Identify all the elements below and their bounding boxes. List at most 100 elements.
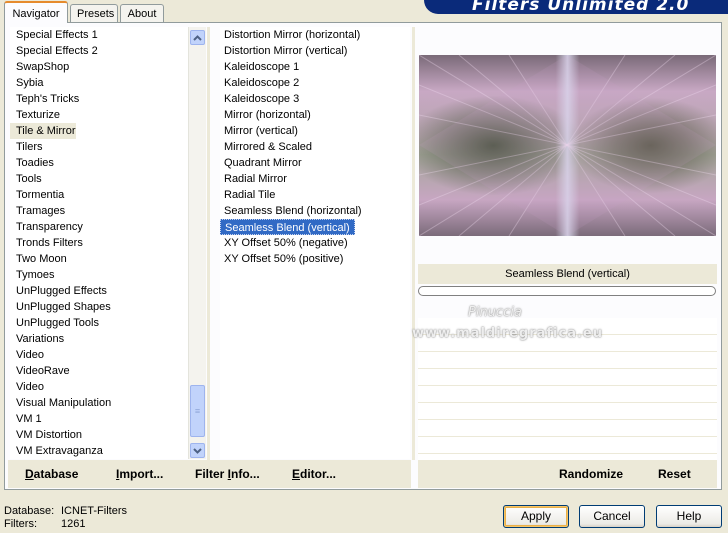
filter-row: Seamless Blend (vertical) bbox=[220, 219, 410, 235]
pane-divider bbox=[207, 27, 210, 460]
category-item[interactable]: Transparency bbox=[10, 219, 188, 235]
parameter-slot bbox=[418, 403, 717, 420]
category-item[interactable]: Tile & Mirror bbox=[10, 123, 76, 139]
category-item[interactable]: Video bbox=[10, 347, 188, 363]
filter-item[interactable]: Seamless Blend (vertical) bbox=[220, 219, 355, 235]
category-item[interactable]: VM 1 bbox=[10, 411, 188, 427]
apply-button[interactable]: Apply bbox=[503, 505, 569, 528]
category-item[interactable]: Variations bbox=[10, 331, 188, 347]
category-item[interactable]: Teph's Tricks bbox=[10, 91, 188, 107]
watermark-name: Pinuccia bbox=[468, 305, 522, 320]
filter-item[interactable]: Radial Tile bbox=[220, 187, 410, 203]
filter-item[interactable]: XY Offset 50% (negative) bbox=[220, 235, 410, 251]
pane-divider bbox=[412, 27, 415, 460]
editor-button[interactable]: Editor... bbox=[292, 467, 336, 481]
filter-item[interactable]: Mirror (vertical) bbox=[220, 123, 410, 139]
category-item[interactable]: UnPlugged Effects bbox=[10, 283, 188, 299]
category-item[interactable]: Tronds Filters bbox=[10, 235, 188, 251]
category-item[interactable]: Tymoes bbox=[10, 267, 188, 283]
filter-row: Kaleidoscope 3 bbox=[220, 91, 410, 107]
progress-bar bbox=[418, 286, 716, 296]
preview-image bbox=[419, 55, 716, 236]
filter-row: Quadrant Mirror bbox=[220, 155, 410, 171]
randomize-button[interactable]: Randomize bbox=[559, 467, 623, 481]
filter-item[interactable]: XY Offset 50% (positive) bbox=[220, 251, 410, 267]
filter-item[interactable]: Kaleidoscope 2 bbox=[220, 75, 410, 91]
filter-row: Kaleidoscope 1 bbox=[220, 59, 410, 75]
category-item[interactable]: UnPlugged Tools bbox=[10, 315, 188, 331]
category-item[interactable]: Visual Manipulation bbox=[10, 395, 188, 411]
filter-item[interactable]: Mirror (horizontal) bbox=[220, 107, 410, 123]
filter-item[interactable]: Distortion Mirror (vertical) bbox=[220, 43, 410, 59]
category-item[interactable]: Tramages bbox=[10, 203, 188, 219]
filter-item[interactable]: Kaleidoscope 1 bbox=[220, 59, 410, 75]
category-item[interactable]: SwapShop bbox=[10, 59, 188, 75]
help-button[interactable]: Help bbox=[656, 505, 722, 528]
import-button-label: mport... bbox=[119, 467, 164, 481]
filter-item[interactable]: Mirrored & Scaled bbox=[220, 139, 410, 155]
filter-row: Radial Tile bbox=[220, 187, 410, 203]
category-item[interactable]: Special Effects 1 bbox=[10, 27, 188, 43]
scroll-down-button[interactable] bbox=[190, 443, 205, 458]
category-item[interactable]: Tormentia bbox=[10, 187, 188, 203]
scroll-thumb[interactable]: ≡ bbox=[190, 385, 205, 437]
category-item[interactable]: Video bbox=[10, 379, 188, 395]
brand-banner: Filters Unlimited 2.0 bbox=[424, 0, 728, 14]
parameter-slot bbox=[418, 352, 717, 369]
reset-button[interactable]: Reset bbox=[658, 467, 691, 481]
category-item[interactable]: VM Extravaganza bbox=[10, 443, 188, 459]
status-database-label: Database: bbox=[4, 505, 55, 517]
parameter-slot bbox=[418, 420, 717, 437]
scroll-up-button[interactable] bbox=[190, 30, 205, 45]
filter-row: Distortion Mirror (horizontal) bbox=[220, 27, 410, 43]
filter-item[interactable]: Kaleidoscope 3 bbox=[220, 91, 410, 107]
parameter-slot bbox=[418, 437, 717, 454]
filter-row: Mirrored & Scaled bbox=[220, 139, 410, 155]
cancel-button[interactable]: Cancel bbox=[579, 505, 645, 528]
category-item[interactable]: Toadies bbox=[10, 155, 188, 171]
import-button[interactable]: Import... bbox=[116, 467, 163, 481]
category-item[interactable]: VM Distortion bbox=[10, 427, 188, 443]
tab-about[interactable]: About bbox=[120, 4, 164, 22]
chevron-up-icon bbox=[193, 35, 202, 41]
filter-list[interactable]: Distortion Mirror (horizontal) Distortion… bbox=[220, 27, 410, 459]
category-item[interactable]: Tilers bbox=[10, 139, 188, 155]
category-list[interactable]: Special Effects 1 Special Effects 2 SwapSh… bbox=[10, 27, 188, 459]
parameter-slot bbox=[418, 386, 717, 403]
filter-info-button-prefix: Filter bbox=[195, 467, 228, 481]
brand-title: Filters Unlimited 2.0 bbox=[472, 0, 690, 14]
editor-button-label: ditor... bbox=[300, 467, 337, 481]
filter-item[interactable]: Distortion Mirror (horizontal) bbox=[220, 27, 410, 43]
category-item[interactable]: UnPlugged Shapes bbox=[10, 299, 188, 315]
filter-row: Mirror (vertical) bbox=[220, 123, 410, 139]
category-item[interactable]: Two Moon bbox=[10, 251, 188, 267]
filter-row: XY Offset 50% (positive) bbox=[220, 251, 410, 267]
category-item[interactable]: Special Effects 2 bbox=[10, 43, 188, 59]
filter-item[interactable]: Seamless Blend (horizontal) bbox=[220, 203, 410, 219]
filter-row: Distortion Mirror (vertical) bbox=[220, 43, 410, 59]
status-filters-value: 1261 bbox=[61, 518, 86, 530]
category-scrollbar[interactable]: ≡ bbox=[188, 27, 206, 459]
watermark-url: www.maldiregrafica.eu bbox=[412, 326, 603, 341]
filter-info-button-label: nfo... bbox=[231, 467, 260, 481]
category-item[interactable]: Tools bbox=[10, 171, 188, 187]
category-item[interactable]: Sybia bbox=[10, 75, 188, 91]
category-item[interactable]: Texturize bbox=[10, 107, 188, 123]
status-filters-label: Filters: bbox=[4, 518, 37, 530]
filter-item[interactable]: Radial Mirror bbox=[220, 171, 410, 187]
tab-presets[interactable]: Presets bbox=[70, 4, 118, 22]
tab-navigator[interactable]: Navigator bbox=[4, 1, 68, 23]
filter-row: Kaleidoscope 2 bbox=[220, 75, 410, 91]
status-database-value: ICNET-Filters bbox=[61, 505, 127, 517]
parameter-slot bbox=[418, 369, 717, 386]
filter-item[interactable]: Quadrant Mirror bbox=[220, 155, 410, 171]
editor-button-mnemonic: E bbox=[292, 467, 301, 481]
filter-row: XY Offset 50% (negative) bbox=[220, 235, 410, 251]
filter-row: Mirror (horizontal) bbox=[220, 107, 410, 123]
category-item[interactable]: VideoRave bbox=[10, 363, 188, 379]
database-button-mnemonic: D bbox=[25, 467, 34, 481]
chevron-down-icon bbox=[193, 448, 202, 454]
filter-info-button[interactable]: Filter Info... bbox=[195, 467, 260, 481]
database-button[interactable]: Database bbox=[25, 467, 78, 481]
filter-row: Seamless Blend (horizontal) bbox=[220, 203, 410, 219]
